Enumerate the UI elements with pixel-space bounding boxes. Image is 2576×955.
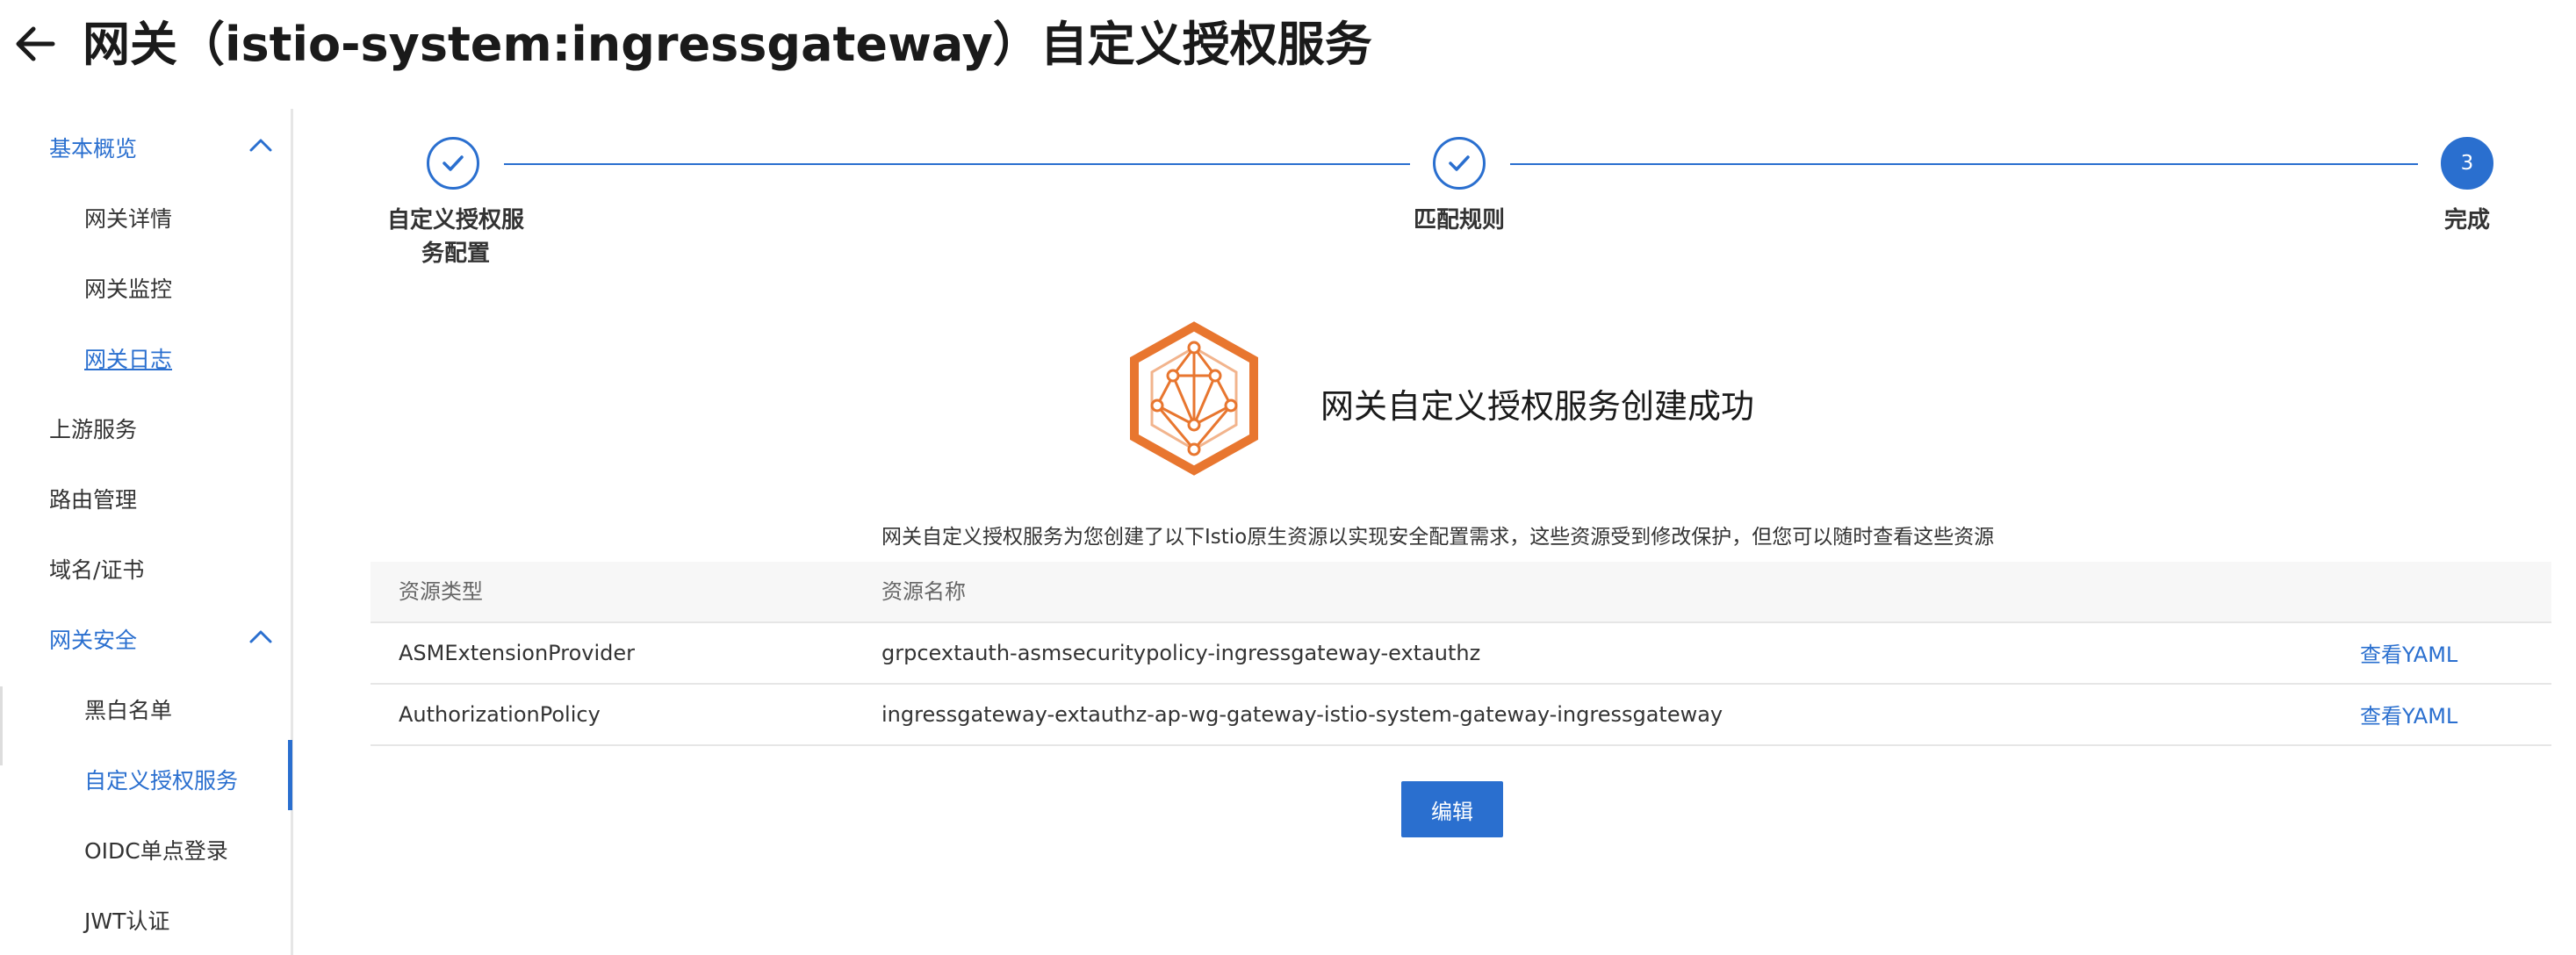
- sidebar: 基本概览 网关详情 网关监控 网关日志 上游服务 路由管理 域名/证书 网关安全…: [0, 105, 293, 955]
- sidebar-item-blacklist-whitelist[interactable]: 黑白名单: [84, 693, 172, 725]
- resource-type: ASMExtensionProvider: [399, 641, 635, 665]
- step-1-label-line-2: 务配置: [421, 241, 490, 267]
- step-2-label: 匹配规则: [1413, 207, 1505, 233]
- sidebar-item-gateway-logs[interactable]: 网关日志: [84, 342, 172, 374]
- column-header-resource-name: 资源名称: [881, 579, 966, 604]
- sidebar-item-jwt-auth[interactable]: JWT认证: [84, 904, 169, 936]
- page-title: 网关（istio-system:ingressgateway）自定义授权服务: [83, 17, 1372, 72]
- sidebar-group-gateway-security[interactable]: 网关安全: [49, 623, 137, 655]
- step-3-label: 完成: [2443, 207, 2490, 233]
- sidebar-item-gateway-monitoring[interactable]: 网关监控: [84, 272, 172, 304]
- chevron-up-icon[interactable]: [248, 627, 274, 646]
- step-3-indicator: 3: [2441, 137, 2493, 190]
- resource-name: grpcextauth-asmsecuritypolicy-ingressgat…: [881, 641, 1481, 665]
- step-1-indicator: [427, 137, 479, 190]
- sidebar-item-oidc-sso[interactable]: OIDC单点登录: [84, 834, 228, 865]
- step-connector: [504, 163, 1410, 165]
- check-icon: [443, 155, 464, 171]
- resource-table: 资源类型 资源名称 ASMExtensionProvider grpcextau…: [371, 562, 2551, 746]
- sidebar-item-upstream-services[interactable]: 上游服务: [49, 413, 137, 444]
- edit-button[interactable]: 编辑: [1401, 781, 1503, 837]
- success-message: 网关自定义授权服务创建成功: [1320, 387, 1755, 426]
- table-header: 资源类型 资源名称: [371, 562, 2551, 623]
- resource-notice: 网关自定义授权服务为您创建了以下Istio原生资源以实现安全配置需求，这些资源受…: [881, 526, 1995, 549]
- column-header-resource-type: 资源类型: [399, 579, 483, 604]
- arrow-left-icon[interactable]: [12, 21, 58, 67]
- step-connector: [1510, 163, 2418, 165]
- table-row: AuthorizationPolicy ingressgateway-extau…: [371, 685, 2551, 746]
- sidebar-group-overview[interactable]: 基本概览: [49, 132, 137, 163]
- sidebar-active-indicator: [288, 740, 292, 810]
- network-hexagon-icon: [1130, 321, 1258, 476]
- chevron-up-icon[interactable]: [248, 135, 274, 154]
- view-yaml-link[interactable]: 查看YAML: [2360, 623, 2457, 686]
- step-1-label-line-1: 自定义授权服: [386, 207, 524, 233]
- step-1-label: 自定义授权服 务配置: [374, 204, 537, 270]
- resource-name: ingressgateway-extauthz-ap-wg-gateway-is…: [881, 702, 1723, 727]
- check-icon: [1449, 155, 1470, 171]
- view-yaml-link[interactable]: 查看YAML: [2360, 685, 2457, 748]
- sidebar-item-route-management[interactable]: 路由管理: [49, 483, 137, 514]
- page-header: 网关（istio-system:ingressgateway）自定义授权服务: [0, 0, 2576, 97]
- step-2-indicator: [1433, 137, 1486, 190]
- table-row: ASMExtensionProvider grpcextauth-asmsecu…: [371, 623, 2551, 685]
- sidebar-item-domains-certificates[interactable]: 域名/证书: [49, 553, 144, 585]
- sidebar-item-gateway-details[interactable]: 网关详情: [84, 202, 172, 233]
- sidebar-item-custom-authorization[interactable]: 自定义授权服务: [84, 764, 238, 795]
- resource-type: AuthorizationPolicy: [399, 702, 601, 727]
